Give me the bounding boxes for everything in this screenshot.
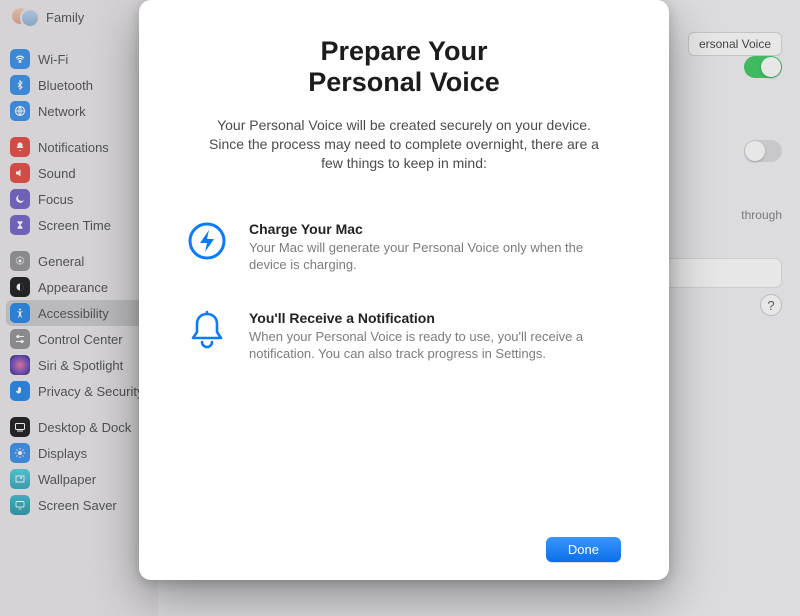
personal-voice-chip[interactable]: ersonal Voice: [688, 32, 782, 56]
hourglass-icon: [10, 215, 30, 235]
sidebar-item-accessibility[interactable]: Accessibility: [6, 300, 152, 326]
prepare-personal-voice-modal: Prepare Your Personal Voice Your Persona…: [139, 0, 669, 580]
modal-row-notification: You'll Receive a Notification When your …: [187, 310, 621, 363]
sidebar-item-privacy-security[interactable]: Privacy & Security: [0, 378, 158, 404]
dock-icon: [10, 417, 30, 437]
sidebar-item-label: Bluetooth: [38, 79, 93, 92]
sidebar-item-screen-time[interactable]: Screen Time: [0, 212, 158, 238]
sidebar-item-sound[interactable]: Sound: [0, 160, 158, 186]
sidebar-item-label: General: [38, 255, 84, 268]
bell-outline-icon: [188, 310, 226, 363]
sidebar-item-label: Notifications: [38, 141, 109, 154]
sidebar-item-label: Focus: [38, 193, 73, 206]
sidebar-item-network[interactable]: Network: [0, 98, 158, 124]
wifi-icon: [10, 49, 30, 69]
sidebar-item-label: Network: [38, 105, 86, 118]
toggle-1[interactable]: [744, 56, 782, 78]
sidebar-item-label: Displays: [38, 447, 87, 460]
bolt-circle-icon: [187, 221, 227, 274]
sidebar-item-label: Wallpaper: [38, 473, 96, 486]
siri-icon: [10, 355, 30, 375]
display-icon: [10, 443, 30, 463]
sidebar-item-appearance[interactable]: Appearance: [0, 274, 158, 300]
sidebar-item-label: Siri & Spotlight: [38, 359, 123, 372]
sidebar-item-general[interactable]: General: [0, 248, 158, 274]
help-glyph: ?: [767, 298, 774, 313]
sidebar-item-label: Screen Time: [38, 219, 111, 232]
sidebar-item-focus[interactable]: Focus: [0, 186, 158, 212]
settings-sidebar: Family Wi-Fi Bluetooth Network Notificat…: [0, 0, 158, 616]
sidebar-item-label: Accessibility: [38, 307, 109, 320]
sidebar-item-bluetooth[interactable]: Bluetooth: [0, 72, 158, 98]
help-button[interactable]: ?: [760, 294, 782, 316]
sidebar-item-label: Privacy & Security: [38, 385, 143, 398]
sidebar-item-label: Control Center: [38, 333, 123, 346]
modal-row-body: Your Mac will generate your Personal Voi…: [249, 239, 621, 274]
sidebar-item-control-center[interactable]: Control Center: [0, 326, 158, 352]
sidebar-item-screen-saver[interactable]: Screen Saver: [0, 492, 158, 518]
sidebar-item-label: Sound: [38, 167, 76, 180]
sidebar-item-label: Screen Saver: [38, 499, 117, 512]
sidebar-item-label: Wi-Fi: [38, 53, 68, 66]
sidebar-item-siri-spotlight[interactable]: Siri & Spotlight: [0, 352, 158, 378]
bluetooth-icon: [10, 75, 30, 95]
accessibility-icon: [10, 303, 30, 323]
gear-icon: [10, 251, 30, 271]
sidebar-item-family[interactable]: Family: [0, 4, 158, 36]
screensaver-icon: [10, 495, 30, 515]
sidebar-item-wallpaper[interactable]: Wallpaper: [0, 466, 158, 492]
network-icon: [10, 101, 30, 121]
sound-icon: [10, 163, 30, 183]
done-button[interactable]: Done: [546, 537, 621, 562]
done-button-label: Done: [568, 542, 599, 557]
modal-row-body: When your Personal Voice is ready to use…: [249, 328, 621, 363]
sidebar-item-desktop-dock[interactable]: Desktop & Dock: [0, 414, 158, 440]
modal-row-charge: Charge Your Mac Your Mac will generate y…: [187, 221, 621, 274]
switches-icon: [10, 329, 30, 349]
chip-label: ersonal Voice: [699, 37, 771, 51]
modal-title: Prepare Your Personal Voice: [187, 36, 621, 98]
modal-row-title: You'll Receive a Notification: [249, 310, 621, 326]
toggle-2[interactable]: [744, 140, 782, 162]
wallpaper-icon: [10, 469, 30, 489]
appearance-icon: [10, 277, 30, 297]
sidebar-item-wifi[interactable]: Wi-Fi: [0, 46, 158, 72]
modal-row-title: Charge Your Mac: [249, 221, 621, 237]
family-avatar-stack: [10, 6, 38, 28]
sidebar-item-label: Family: [46, 10, 84, 25]
sidebar-item-label: Desktop & Dock: [38, 421, 131, 434]
sidebar-item-notifications[interactable]: Notifications: [0, 134, 158, 160]
moon-icon: [10, 189, 30, 209]
bell-icon: [10, 137, 30, 157]
sidebar-item-label: Appearance: [38, 281, 108, 294]
modal-subtitle: Your Personal Voice will be created secu…: [187, 116, 621, 173]
sidebar-item-displays[interactable]: Displays: [0, 440, 158, 466]
hand-icon: [10, 381, 30, 401]
